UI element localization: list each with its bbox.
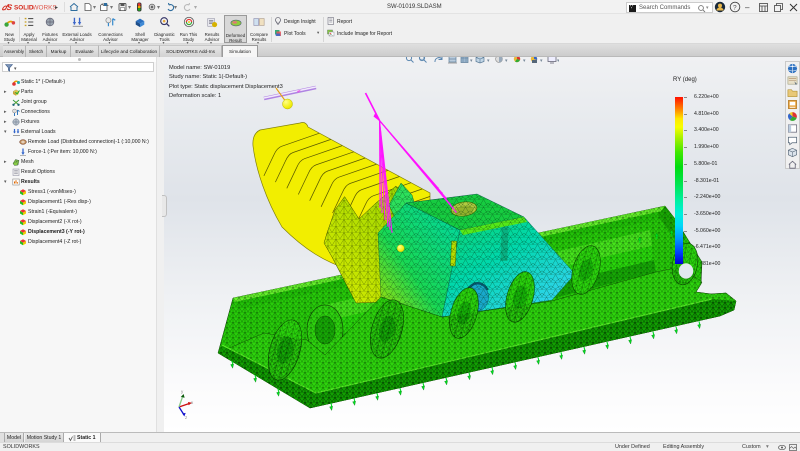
svg-text:▾: ▾ — [470, 58, 473, 64]
svg-text:x: x — [191, 400, 194, 405]
svg-text:y: y — [181, 389, 184, 394]
svg-text:▾: ▾ — [174, 5, 177, 11]
svg-text:▾: ▾ — [93, 5, 96, 11]
svg-text:𝑑S: 𝑑S — [2, 3, 13, 12]
svg-text:z: z — [185, 415, 188, 420]
svg-text:WORKS: WORKS — [33, 5, 57, 12]
svg-text:▾: ▾ — [157, 5, 160, 11]
svg-text:?: ? — [733, 4, 737, 11]
svg-text:SOLID: SOLID — [14, 5, 34, 12]
svg-text:▾: ▾ — [128, 5, 131, 11]
svg-text:▾: ▾ — [505, 58, 508, 64]
svg-text:▾: ▾ — [523, 58, 526, 64]
svg-text:▾: ▾ — [194, 5, 197, 11]
svg-text:▾: ▾ — [110, 5, 113, 11]
svg-text:▾: ▾ — [557, 58, 559, 64]
svg-text:▾: ▾ — [487, 58, 490, 64]
svg-text:▾: ▾ — [540, 58, 543, 64]
